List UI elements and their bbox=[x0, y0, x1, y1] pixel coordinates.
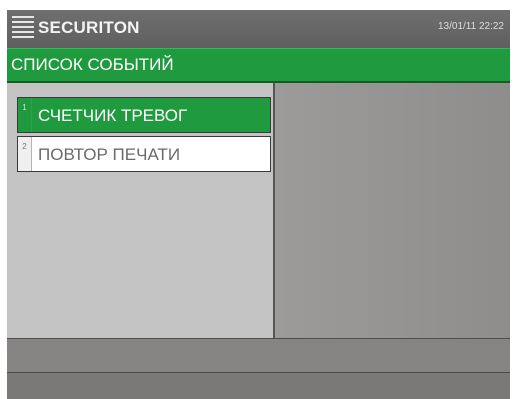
event-list-panel: 1 СЧЕТЧИК ТРЕВОГ 2 ПОВТОР ПЕЧАТИ bbox=[7, 83, 275, 338]
device-screen: SECURITON 13/01/11 22:22 СПИСОК СОБЫТИЙ … bbox=[7, 10, 510, 399]
item-number: 2 bbox=[18, 137, 32, 171]
softkey-bar bbox=[7, 372, 510, 399]
detail-panel bbox=[275, 83, 510, 338]
date-time: 13/01/11 22:22 bbox=[438, 21, 504, 32]
menu-item-reprint[interactable]: 2 ПОВТОР ПЕЧАТИ bbox=[17, 136, 271, 172]
brand-name: SECURITON bbox=[38, 18, 140, 37]
menu-item-alarm-counter[interactable]: 1 СЧЕТЧИК ТРЕВОГ bbox=[17, 97, 271, 133]
page-title: СПИСОК СОБЫТИЙ bbox=[11, 55, 174, 74]
status-bar bbox=[7, 338, 510, 372]
item-label: ПОВТОР ПЕЧАТИ bbox=[38, 145, 181, 164]
menu-icon[interactable] bbox=[12, 16, 34, 40]
item-number: 1 bbox=[18, 98, 32, 132]
item-label: СЧЕТЧИК ТРЕВОГ bbox=[38, 106, 188, 125]
list-header: СПИСОК СОБЫТИЙ bbox=[7, 48, 510, 83]
title-bar: SECURITON 13/01/11 22:22 bbox=[7, 10, 510, 48]
